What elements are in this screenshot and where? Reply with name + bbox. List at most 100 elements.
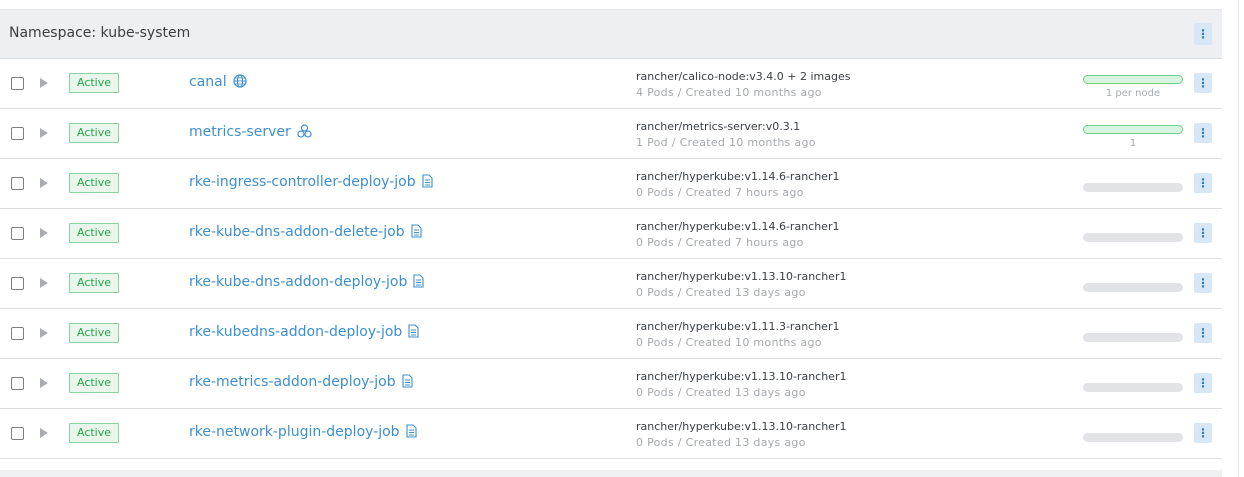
expand-row-icon[interactable] (40, 178, 48, 188)
workload-name: metrics-server (189, 124, 291, 140)
workload-name: rke-kube-dns-addon-delete-job (189, 224, 405, 240)
workload-meta: 1 Pod / Created 10 months ago (636, 136, 816, 149)
status-badge: Active (69, 323, 119, 343)
table-row: Active rke-network-plugin-deploy-job ran… (0, 409, 1222, 459)
workload-name-link[interactable]: rke-kube-dns-addon-delete-job (189, 224, 422, 242)
table-row: Active rke-kubedns-addon-deploy-job ranc… (0, 309, 1222, 359)
workload-rows: Active canal rancher/calico-node:v3.4.0 … (0, 59, 1222, 459)
created-time: Created 10 months ago (685, 86, 822, 99)
expand-row-icon[interactable] (40, 428, 48, 438)
expand-row-icon[interactable] (40, 378, 48, 388)
deployment-icon (297, 124, 312, 142)
meta-separator: / (673, 86, 686, 99)
pod-count: 0 Pods (636, 186, 674, 199)
status-badge: Active (69, 223, 119, 243)
row-actions-menu-button[interactable]: ⋮ (1194, 423, 1212, 443)
workload-name-link[interactable]: metrics-server (189, 124, 312, 142)
row-checkbox[interactable] (11, 127, 24, 140)
row-actions-menu-button[interactable]: ⋮ (1194, 373, 1212, 393)
created-time: Created 13 days ago (685, 286, 806, 299)
namespace-title: Namespace: kube-system (9, 25, 191, 41)
pod-count: 0 Pods (636, 236, 674, 249)
workload-meta: 0 Pods / Created 13 days ago (636, 286, 806, 299)
created-time: Created 7 hours ago (685, 186, 804, 199)
created-time: Created 10 months ago (685, 336, 822, 349)
created-time: Created 7 hours ago (685, 236, 804, 249)
status-badge: Active (69, 173, 119, 193)
workload-image: rancher/hyperkube:v1.13.10-rancher1 (636, 420, 847, 433)
job-icon (422, 174, 433, 192)
status-badge: Active (69, 123, 119, 143)
workload-name-link[interactable]: rke-kube-dns-addon-deploy-job (189, 274, 424, 292)
row-actions-menu-button[interactable]: ⋮ (1194, 73, 1212, 93)
job-icon (411, 224, 422, 242)
workload-name-link[interactable]: rke-metrics-addon-deploy-job (189, 374, 413, 392)
scrollbar-edge (1238, 0, 1239, 477)
scale-label: 1 (1129, 138, 1137, 149)
namespace-actions-menu-button[interactable]: ⋮ (1194, 23, 1212, 45)
status-badge: Active (69, 73, 119, 93)
status-badge: Active (69, 373, 119, 393)
scale-bar (1083, 283, 1183, 292)
workload-meta: 0 Pods / Created 13 days ago (636, 386, 806, 399)
scale-bar (1083, 433, 1183, 442)
scale-bar (1083, 75, 1183, 84)
pod-count: 0 Pods (636, 286, 674, 299)
job-icon (406, 424, 417, 442)
workload-table: Namespace: kube-system ⋮ Active canal ra… (0, 9, 1222, 459)
row-checkbox[interactable] (11, 77, 24, 90)
workload-name-link[interactable]: canal (189, 74, 247, 92)
scale-bar (1083, 383, 1183, 392)
workload-image: rancher/metrics-server:v0.3.1 (636, 120, 801, 133)
status-badge: Active (69, 423, 119, 443)
expand-row-icon[interactable] (40, 128, 48, 138)
workload-meta: 0 Pods / Created 10 months ago (636, 336, 822, 349)
table-row: Active rke-ingress-controller-deploy-job… (0, 159, 1222, 209)
workload-image: rancher/hyperkube:v1.13.10-rancher1 (636, 270, 847, 283)
job-icon (402, 374, 413, 392)
row-checkbox[interactable] (11, 277, 24, 290)
row-actions-menu-button[interactable]: ⋮ (1194, 173, 1212, 193)
workload-name: rke-ingress-controller-deploy-job (189, 174, 416, 190)
workload-image: rancher/calico-node:v3.4.0 + 2 images (636, 70, 851, 83)
workload-name: rke-kube-dns-addon-deploy-job (189, 274, 408, 290)
row-actions-menu-button[interactable]: ⋮ (1194, 123, 1212, 143)
scale-label: 1 per node (1105, 88, 1161, 99)
row-actions-menu-button[interactable]: ⋮ (1194, 223, 1212, 243)
expand-row-icon[interactable] (40, 228, 48, 238)
row-actions-menu-button[interactable]: ⋮ (1194, 273, 1212, 293)
workload-image: rancher/hyperkube:v1.14.6-rancher1 (636, 220, 840, 233)
pod-count: 1 Pod (636, 136, 668, 149)
row-checkbox[interactable] (11, 227, 24, 240)
workload-meta: 4 Pods / Created 10 months ago (636, 86, 822, 99)
workload-name-link[interactable]: rke-network-plugin-deploy-job (189, 424, 417, 442)
expand-row-icon[interactable] (40, 78, 48, 88)
expand-row-icon[interactable] (40, 328, 48, 338)
meta-separator: / (673, 236, 686, 249)
scale-bar (1083, 333, 1183, 342)
row-actions-menu-button[interactable]: ⋮ (1194, 323, 1212, 343)
table-row: Active metrics-server rancher/metrics-se… (0, 109, 1222, 159)
status-badge: Active (69, 273, 119, 293)
namespace-group-header: Namespace: kube-system ⋮ (0, 9, 1222, 59)
pod-count: 0 Pods (636, 436, 674, 449)
expand-row-icon[interactable] (40, 278, 48, 288)
meta-separator: / (673, 436, 686, 449)
row-checkbox[interactable] (11, 327, 24, 340)
table-row: Active canal rancher/calico-node:v3.4.0 … (0, 59, 1222, 109)
pod-count: 4 Pods (636, 86, 674, 99)
table-row: Active rke-metrics-addon-deploy-job ranc… (0, 359, 1222, 409)
row-checkbox[interactable] (11, 377, 24, 390)
workload-image: rancher/hyperkube:v1.13.10-rancher1 (636, 370, 847, 383)
workload-name-link[interactable]: rke-ingress-controller-deploy-job (189, 174, 433, 192)
globe-icon (233, 74, 247, 92)
table-row: Active rke-kube-dns-addon-deploy-job ran… (0, 259, 1222, 309)
row-checkbox[interactable] (11, 177, 24, 190)
row-checkbox[interactable] (11, 427, 24, 440)
meta-separator: / (667, 136, 680, 149)
scale-bar (1083, 125, 1183, 134)
workload-name-link[interactable]: rke-kubedns-addon-deploy-job (189, 324, 419, 342)
workload-image: rancher/hyperkube:v1.11.3-rancher1 (636, 320, 840, 333)
created-time: Created 10 months ago (679, 136, 816, 149)
pod-count: 0 Pods (636, 336, 674, 349)
